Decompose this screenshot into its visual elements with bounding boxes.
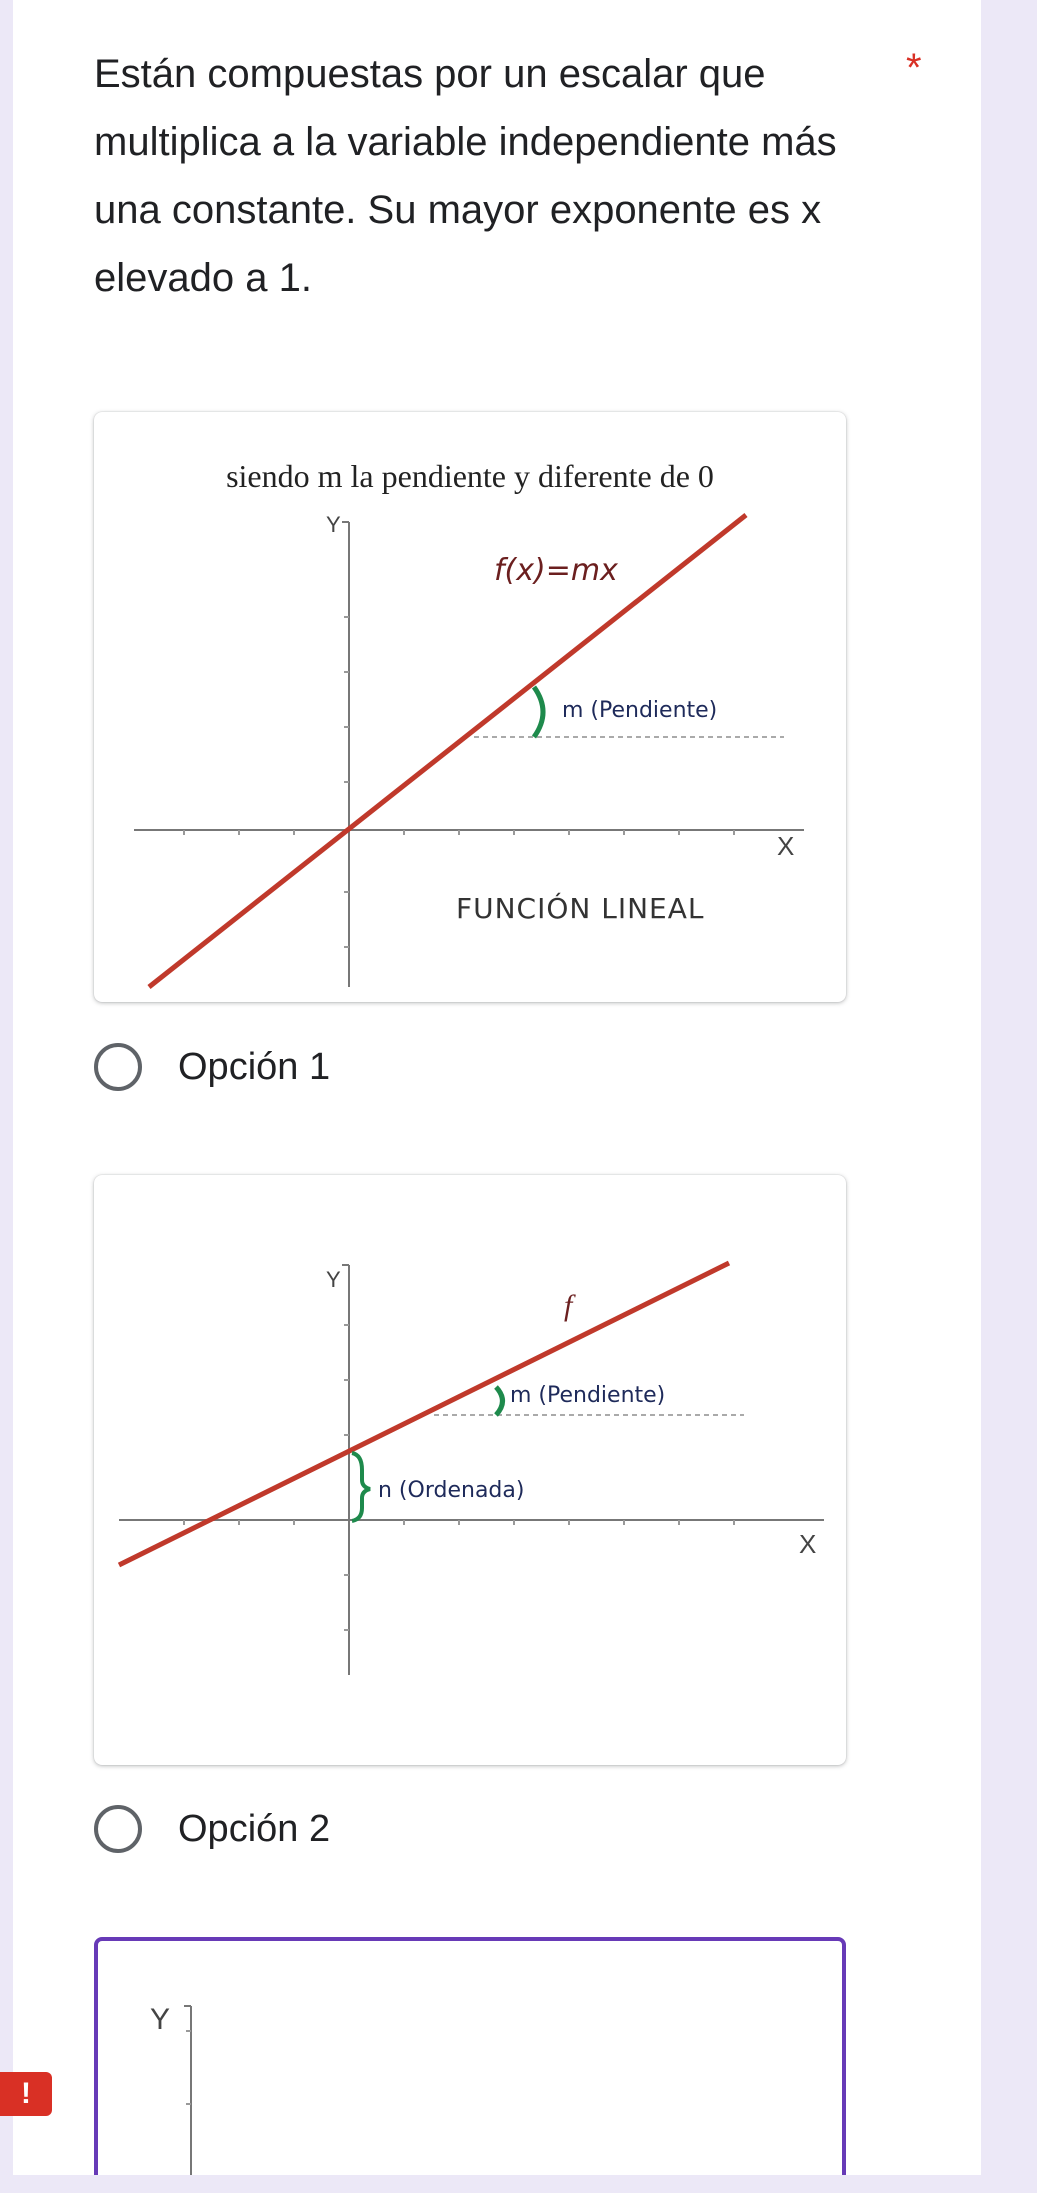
intercept-brace: [351, 1451, 371, 1523]
x-axis-label: X: [799, 1529, 816, 1559]
error-indicator-icon: !: [0, 2072, 52, 2116]
option-2-image[interactable]: Y X f m (Pendiente) n (Ordenada): [94, 1175, 846, 1765]
slope-label: m (Pendiente): [562, 698, 717, 723]
slope-label: m (Pendiente): [510, 1383, 665, 1408]
option-1[interactable]: Opción 1: [94, 1037, 594, 1097]
bottom-strip: [0, 2175, 1037, 2193]
required-asterisk: *: [906, 46, 922, 90]
x-axis-label: X: [777, 831, 794, 861]
f-label: f: [564, 1289, 576, 1322]
y-axis-label: Y: [326, 1267, 341, 1292]
slope-angle-arc: [494, 1385, 505, 1417]
option-1-radio[interactable]: [94, 1043, 142, 1091]
question-text: Están compuestas por un escalar que mult…: [94, 52, 837, 300]
affine-function-graph: Y X f m (Pendiente) n (Ordenada): [117, 1260, 824, 1675]
graph-caption: siendo m la pendiente y diferente de 0: [226, 458, 714, 494]
question-card: Están compuestas por un escalar que mult…: [13, 0, 981, 2187]
slope-angle-arc: [531, 685, 546, 739]
option-2[interactable]: Opción 2: [94, 1799, 594, 1859]
graph-title: FUNCIÓN LINEAL: [456, 891, 705, 925]
intercept-label: n (Ordenada): [378, 1478, 524, 1503]
formula-label: f(x)=mx: [494, 553, 618, 588]
option-3-image[interactable]: Y: [94, 1937, 846, 2187]
option-2-label: Opción 2: [178, 1807, 331, 1850]
option-3-graph: Y: [150, 2003, 192, 2183]
linear-function-graph: siendo m la pendiente y diferente de 0 Y: [134, 458, 804, 989]
option-1-label: Opción 1: [178, 1045, 331, 1088]
option-2-radio[interactable]: [94, 1805, 142, 1853]
y-axis-label: Y: [326, 512, 341, 537]
option-1-image[interactable]: siendo m la pendiente y diferente de 0 Y: [94, 412, 846, 1002]
y-axis-label: Y: [150, 2003, 170, 2036]
